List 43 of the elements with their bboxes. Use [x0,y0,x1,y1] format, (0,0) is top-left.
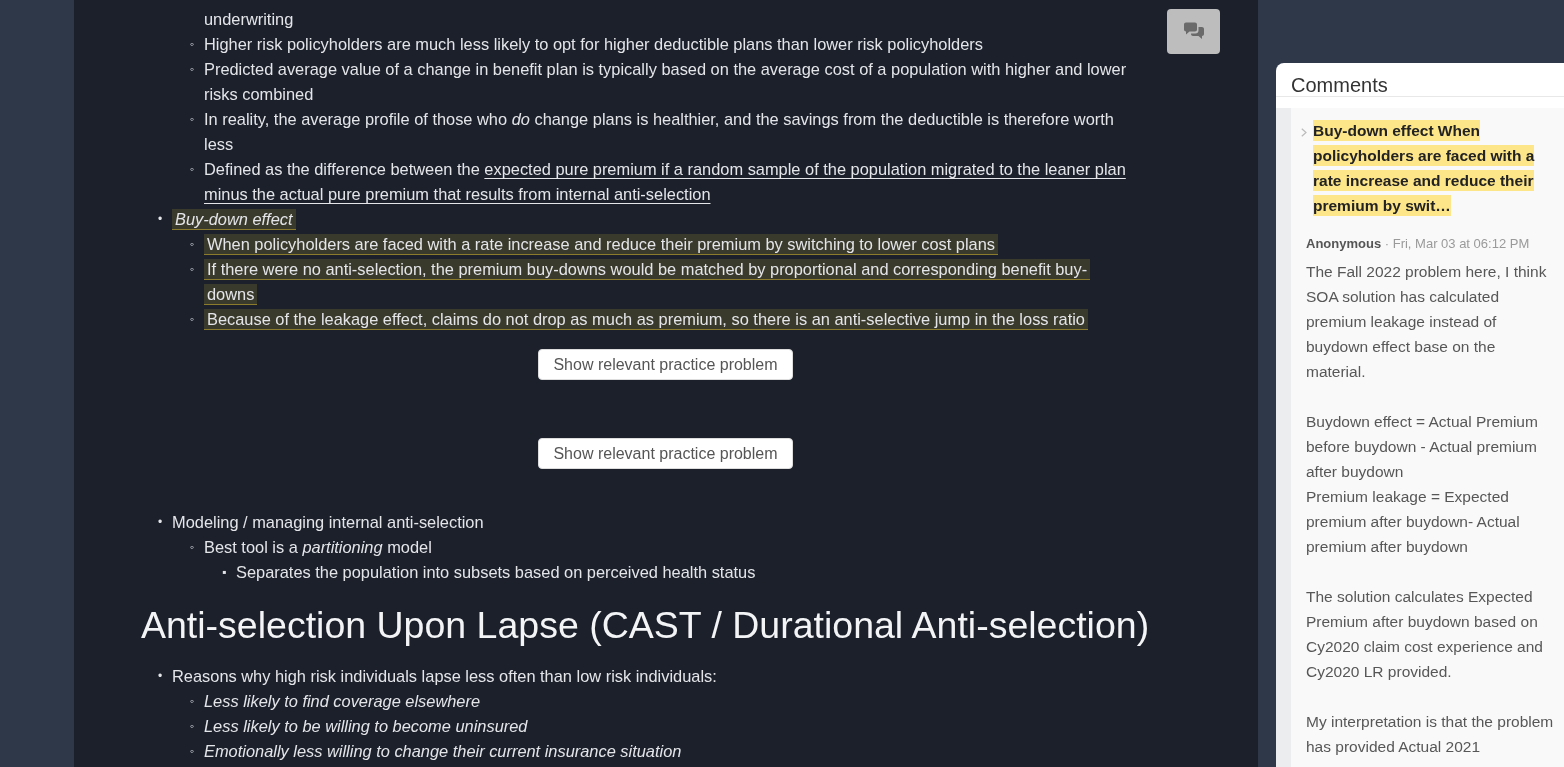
practice-problem-button[interactable]: Show relevant practice problem [538,349,793,380]
list-bullet: ◦ [190,111,196,128]
list-bullet: • [158,514,164,531]
outline-text: When policyholders are faced with a rate increase and reduce their premium by switching to lower cost plans [204,232,999,257]
list-bullet: ◦ [190,161,196,178]
comment-author: Anonymous [1306,236,1382,251]
list-bullet: ◦ [190,36,196,53]
outline-text: Buy-down effect [172,207,296,232]
comments-toggle-button[interactable] [1167,9,1220,54]
outline-text: Less likely to find coverage elsewhere [204,691,481,712]
comments-title: Comments [1276,63,1564,97]
practice-problem-button[interactable]: Show relevant practice problem [538,438,793,469]
list-bullet: ◦ [190,236,196,253]
list-bullet: ◦ [190,61,196,78]
outline-text: Because of the leakage effect, claims do not drop as much as premium, so there is an anti-selective jump in the loss ratio [204,307,1088,332]
outline-text: Defined as the difference between the expected pure premium if a random sample of the population migrated to the leaner plan minus the actual pure premium that results from internal anti-selection [204,159,1127,205]
list-bullet: ◦ [190,539,196,556]
section-heading: Anti-selection Upon Lapse (CAST / Durational Anti-selection) [141,604,1151,646]
outline-text: underwriting [204,9,294,30]
outline-text: Reasons why high risk individuals lapse less often than low risk individuals: [172,666,717,687]
list-bullet: ◦ [190,693,196,710]
comment-text: Premium leakage = Expected premium after buydown- Actual premium after buydown [1306,487,1521,557]
list-bullet: ◦ [190,261,196,278]
list-bullet: ◦ [190,718,196,735]
comment-text: The Fall 2022 problem here, I think SOA solution has calculated premium leakage instead of buydown effect base on the material. [1306,262,1548,382]
quoted-passage: Buy-down effect When policyholders are faced with a rate increase and reduce their premium by swit… [1313,119,1536,218]
comment-text: Buydown effect = Actual Premium before buydown - Actual premium after buydown [1306,412,1539,482]
list-bullet: • [158,668,164,685]
outline-text: Best tool is a partitioning model [204,537,432,558]
chevron-icon [1301,128,1307,137]
outline-text: Separates the population into subsets based on perceived health status [236,562,756,583]
comment-text: My interpretation is that the problem has provided Actual 2021 [1306,712,1554,757]
outline-text: Emotionally less willing to change their current insurance situation [204,741,682,762]
outline-text: Modeling / managing internal anti-selection [172,512,484,533]
outline-text: Less likely to be willing to become uninsured [204,716,528,737]
list-bullet: ▪ [222,564,228,581]
outline-text: Higher risk policyholders are much less likely to opt for higher deductible plans than lower risk policyholders [204,34,983,55]
list-bullet: • [158,211,164,228]
comment-text: The solution calculates Expected Premium after buydown based on Cy2020 claim cost experience and Cy2020 LR provided. [1306,587,1544,682]
chat-bubbles-icon [1182,22,1205,41]
list-bullet: ◦ [190,311,196,328]
comment-timestamp: · Fri, Mar 03 at 06:12 PM [1384,236,1530,251]
list-bullet: ◦ [190,743,196,760]
